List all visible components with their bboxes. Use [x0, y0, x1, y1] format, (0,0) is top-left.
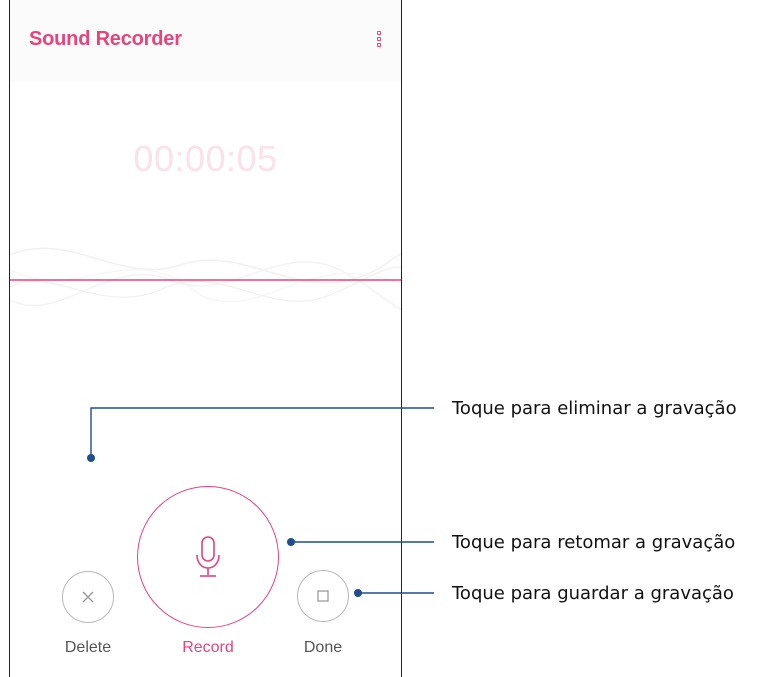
menu-dot [377, 37, 381, 41]
more-vert-icon[interactable] [372, 26, 386, 52]
stop-square-icon [317, 590, 329, 602]
waveform-visualizer [10, 247, 401, 310]
record-button[interactable] [137, 486, 279, 628]
wave-line [10, 261, 401, 310]
delete-button[interactable] [62, 571, 114, 623]
callout-delete: Toque para eliminar a gravação [452, 398, 737, 419]
app-title: Sound Recorder [29, 28, 182, 50]
recording-timer: 00:00:05 [133, 138, 278, 179]
app-bar: Sound Recorder [10, 0, 401, 82]
phone-screen: Sound Recorder 00:00:05 Delete Record Do… [9, 0, 402, 677]
wave-line [10, 247, 401, 284]
callout-done: Toque para guardar a gravação [452, 583, 734, 604]
record-label: Record [182, 639, 234, 656]
done-button[interactable] [297, 570, 349, 622]
close-icon [82, 591, 94, 603]
done-label: Done [303, 639, 343, 656]
manual-figure: Sound Recorder 00:00:05 Delete Record Do… [0, 0, 763, 677]
callout-record: Toque para retomar a gravação [452, 532, 736, 553]
menu-dot [377, 31, 381, 35]
menu-dot [377, 43, 381, 47]
microphone-icon [196, 536, 220, 577]
delete-label: Delete [64, 639, 112, 656]
